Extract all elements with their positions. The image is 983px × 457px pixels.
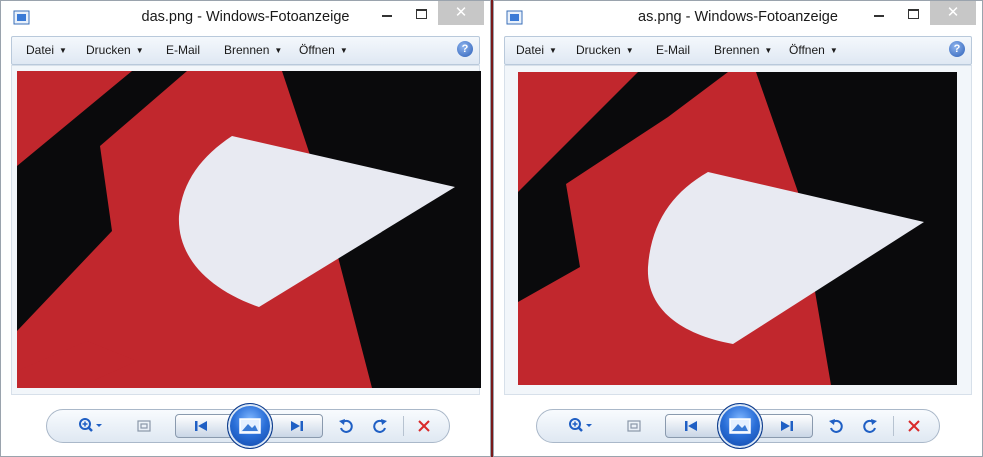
rotate-right-button[interactable] — [859, 410, 881, 442]
rotate-left-button[interactable] — [335, 410, 357, 442]
toolbar-separator — [893, 416, 894, 436]
rotate-left-icon — [829, 419, 843, 433]
minimize-icon — [382, 15, 392, 17]
menu-datei[interactable]: Datei ▼ — [26, 43, 67, 57]
close-icon: ✕ — [946, 4, 960, 21]
image-viewer-area — [11, 65, 481, 395]
menu-oeffnen[interactable]: Öffnen ▼ — [789, 43, 838, 57]
zoom-button[interactable] — [565, 410, 595, 442]
slideshow-icon — [729, 418, 751, 434]
help-button[interactable]: ? — [457, 41, 473, 57]
menu-drucken-label: Drucken — [86, 43, 131, 57]
delete-icon — [418, 420, 430, 432]
maximize-button[interactable] — [896, 1, 930, 25]
dropdown-arrow-icon: ▼ — [339, 46, 348, 55]
fit-window-button[interactable] — [133, 410, 155, 442]
zoom-icon — [569, 418, 592, 432]
help-button[interactable]: ? — [949, 41, 965, 57]
slideshow-button[interactable] — [227, 403, 273, 449]
maximize-icon — [416, 9, 427, 19]
title-bar[interactable]: das.png - Windows-Fotoanzeige ✕ — [1, 1, 490, 37]
image-viewer-area — [504, 65, 972, 395]
minimize-button[interactable] — [370, 1, 404, 25]
menu-oeffnen[interactable]: Öffnen ▼ — [299, 43, 348, 57]
next-icon — [781, 421, 793, 431]
close-button[interactable]: ✕ — [930, 1, 976, 25]
dropdown-arrow-icon: ▼ — [59, 46, 67, 55]
rotate-right-icon — [373, 419, 387, 433]
photo-viewer-window-das: das.png - Windows-Fotoanzeige ✕ Datei ▼ D… — [0, 0, 491, 457]
fit-window-button[interactable] — [623, 410, 645, 442]
menu-datei[interactable]: Datei ▼ — [516, 43, 557, 57]
viewer-control-bar — [46, 403, 450, 449]
dropdown-arrow-icon: ▼ — [625, 46, 634, 55]
rotate-left-icon — [339, 419, 353, 433]
displayed-image — [518, 72, 957, 385]
close-button[interactable]: ✕ — [438, 1, 484, 25]
maximize-button[interactable] — [404, 1, 438, 25]
menu-datei-label: Datei — [516, 43, 545, 57]
minimize-button[interactable] — [862, 1, 896, 25]
menu-drucken-label: Drucken — [576, 43, 621, 57]
close-icon: ✕ — [454, 4, 468, 21]
maximize-icon — [908, 9, 919, 19]
menu-email[interactable]: E-Mail — [656, 43, 690, 57]
menu-bar: Datei ▼ Drucken ▼ E-Mail Brennen ▼ Öffnen ▼ … — [504, 36, 972, 65]
menu-drucken[interactable]: Drucken ▼ — [576, 43, 634, 57]
previous-button[interactable] — [181, 410, 221, 442]
zoom-button[interactable] — [75, 410, 105, 442]
menu-oeffnen-label: Öffnen — [789, 43, 825, 57]
previous-icon — [195, 421, 207, 431]
menu-drucken[interactable]: Drucken ▼ — [86, 43, 144, 57]
next-button[interactable] — [277, 410, 317, 442]
previous-button[interactable] — [671, 410, 711, 442]
menu-email-label: E-Mail — [656, 43, 691, 57]
menu-email[interactable]: E-Mail — [166, 43, 200, 57]
rotate-left-button[interactable] — [825, 410, 847, 442]
photo-viewer-window-as: as.png - Windows-Fotoanzeige ✕ Datei ▼ Dr… — [493, 0, 983, 457]
rotate-right-button[interactable] — [369, 410, 391, 442]
toolbar-separator — [403, 416, 404, 436]
delete-button[interactable] — [413, 410, 435, 442]
displayed-image-graphic — [17, 71, 481, 388]
slideshow-icon — [239, 418, 261, 434]
displayed-image — [17, 71, 481, 388]
previous-icon — [685, 421, 697, 431]
displayed-image-graphic — [518, 72, 957, 385]
zoom-icon — [79, 418, 102, 432]
dropdown-arrow-icon: ▼ — [549, 46, 557, 55]
menu-brennen[interactable]: Brennen ▼ — [714, 43, 772, 57]
minimize-icon — [874, 15, 884, 17]
next-icon — [291, 421, 303, 431]
delete-icon — [908, 420, 920, 432]
dropdown-arrow-icon: ▼ — [135, 46, 144, 55]
menu-email-label: E-Mail — [166, 43, 201, 57]
title-bar[interactable]: as.png - Windows-Fotoanzeige ✕ — [494, 1, 982, 37]
menu-brennen[interactable]: Brennen ▼ — [224, 43, 282, 57]
delete-button[interactable] — [903, 410, 925, 442]
menu-bar: Datei ▼ Drucken ▼ E-Mail Brennen ▼ Öffnen ▼ … — [11, 36, 480, 65]
menu-datei-label: Datei — [26, 43, 55, 57]
slideshow-button[interactable] — [717, 403, 763, 449]
caption-buttons: ✕ — [370, 1, 484, 25]
dropdown-arrow-icon: ▼ — [764, 46, 773, 55]
rotate-right-icon — [863, 419, 877, 433]
next-button[interactable] — [767, 410, 807, 442]
fit-window-icon — [137, 420, 151, 432]
dropdown-arrow-icon: ▼ — [274, 46, 283, 55]
fit-window-icon — [627, 420, 641, 432]
caption-buttons: ✕ — [862, 1, 976, 25]
menu-oeffnen-label: Öffnen — [299, 43, 335, 57]
menu-brennen-label: Brennen — [714, 43, 760, 57]
menu-brennen-label: Brennen — [224, 43, 270, 57]
dropdown-arrow-icon: ▼ — [829, 46, 838, 55]
viewer-control-bar — [536, 403, 940, 449]
